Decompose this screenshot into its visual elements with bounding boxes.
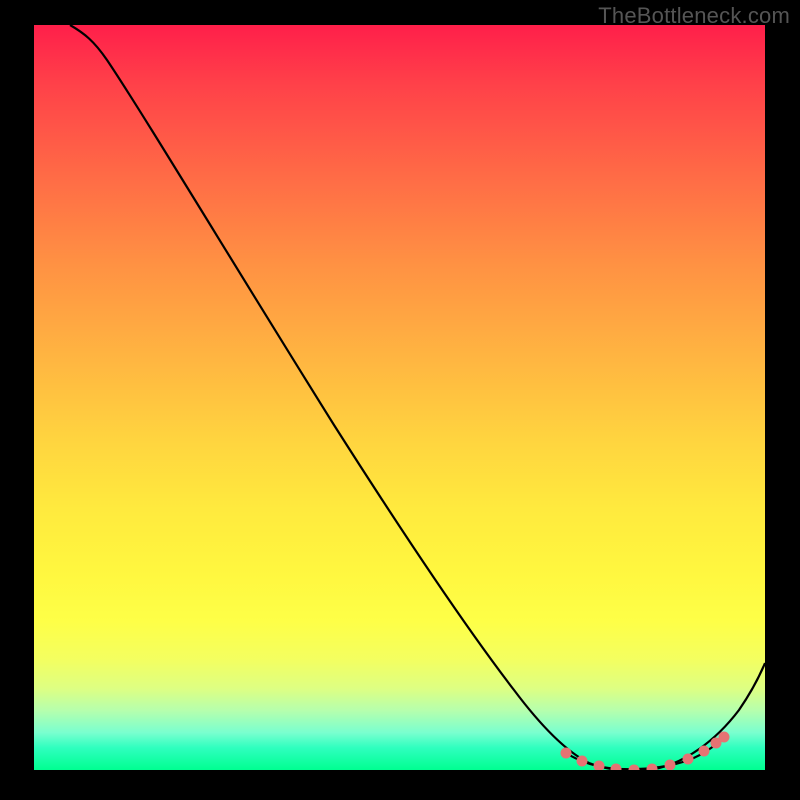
marker-dot xyxy=(683,754,694,765)
marker-dot xyxy=(699,746,710,757)
marker-dot xyxy=(594,761,605,771)
watermark-text: TheBottleneck.com xyxy=(598,3,790,29)
plot-area xyxy=(34,25,765,770)
marker-dot xyxy=(561,748,572,759)
curve-path xyxy=(70,25,765,770)
chart-svg xyxy=(34,25,765,770)
marker-dot xyxy=(719,732,730,743)
marker-dot xyxy=(647,764,658,771)
marker-dot xyxy=(629,765,640,771)
marker-dot xyxy=(577,756,588,767)
marker-dot xyxy=(611,764,622,771)
chart-frame: TheBottleneck.com xyxy=(0,0,800,800)
marker-dot xyxy=(665,760,676,771)
